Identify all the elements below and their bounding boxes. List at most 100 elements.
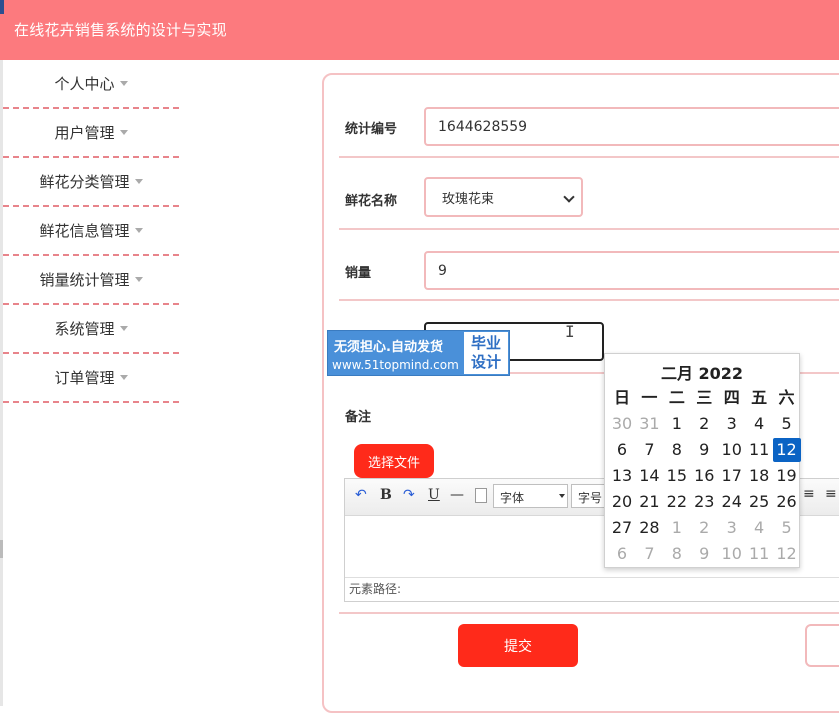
flower-name-value: 玫瑰花束 [442,191,495,207]
calendar-day[interactable]: 9 [690,542,718,566]
calendar-day[interactable]: 5 [773,412,801,436]
sidebar-item-user-management[interactable]: 用户管理 [3,109,179,158]
sidebar-item-label: 用户管理 [54,124,115,142]
sales-label: 销量 [345,266,372,281]
calendar-day[interactable]: 31 [635,412,663,436]
calendar-day[interactable]: 28 [635,516,663,540]
sidebar-item-label: 鲜花分类管理 [39,173,130,191]
calendar-day[interactable]: 11 [745,438,773,462]
calendar-day[interactable]: 15 [663,464,691,488]
sidebar-item-flower-category[interactable]: 鲜花分类管理 [3,158,179,207]
calendar-day[interactable]: 16 [690,464,718,488]
calendar-day[interactable]: 6 [608,542,636,566]
submit-button[interactable]: 提交 [458,624,578,667]
watermark-box-line1: 毕业 [470,334,501,352]
calendar-day[interactable]: 21 [635,490,663,514]
calendar-day[interactable]: 14 [635,464,663,488]
sidebar-item-flower-info[interactable]: 鲜花信息管理 [3,207,179,256]
calendar-day[interactable]: 7 [635,542,663,566]
calendar-day[interactable]: 8 [663,438,691,462]
choose-file-button[interactable]: 选择文件 [354,444,434,478]
calendar-day[interactable]: 22 [663,490,691,514]
calendar-day[interactable]: 1 [663,516,691,540]
page-icon[interactable] [475,488,487,503]
chevron-down-icon [563,191,575,203]
font-size-value: 字号 [578,491,603,505]
sidebar-item-label: 订单管理 [54,369,115,387]
calendar-week-row: 20 21 22 23 24 25 26 [608,490,800,516]
calendar-day[interactable]: 6 [608,438,636,462]
calendar-day[interactable]: 27 [608,516,636,540]
calendar-day[interactable]: 4 [745,516,773,540]
row-divider [339,156,839,158]
sidebar-item-label: 鲜花信息管理 [39,222,130,240]
remark-label: 备注 [345,410,372,425]
calendar-day[interactable]: 20 [608,490,636,514]
sales-input[interactable]: 9 [424,251,839,290]
calendar-day[interactable]: 3 [718,516,746,540]
font-family-select[interactable]: 字体 [493,484,568,508]
calendar-day[interactable]: 7 [635,438,663,462]
redo-icon[interactable]: ↷ [403,487,415,503]
justify-icon[interactable]: ≡ [825,486,837,502]
row-divider [339,612,839,614]
horizontal-rule-icon[interactable]: — [450,487,464,503]
calendar-day[interactable]: 1 [663,412,691,436]
watermark-line1: 无须担心.自动发货 [334,340,443,355]
sidebar-item-order-management[interactable]: 订单管理 [3,354,179,403]
flower-name-select[interactable]: 玫瑰花束 [424,177,583,217]
calendar-day[interactable]: 17 [718,464,746,488]
calendar-day[interactable]: 30 [608,412,636,436]
sales-value: 9 [438,262,447,279]
calendar-weekday-row: 日一二三四五六 [608,386,800,412]
calendar-day[interactable]: 2 [690,516,718,540]
sidebar-item-label: 个人中心 [54,75,115,93]
left-scroll-thumb[interactable] [0,540,3,558]
calendar-day[interactable]: 3 [718,412,746,436]
calendar-day[interactable]: 13 [608,464,636,488]
app-header: 在线花卉销售系统的设计与实现 [0,0,839,60]
calendar-day[interactable]: 4 [745,412,773,436]
caret-down-icon [119,375,128,380]
calendar-week-row: 6 7 8 9 10 11 12 [608,438,801,464]
watermark-banner: 无须担心.自动发货 www.51topmind.com 毕业 设计 [327,330,510,376]
calendar-weekday: 六 [778,388,795,407]
calendar-weekday: 五 [751,388,768,407]
calendar-day[interactable]: 25 [745,490,773,514]
sidebar-item-system-management[interactable]: 系统管理 [3,305,179,354]
secondary-button[interactable] [805,624,839,667]
stat-no-value: 1644628559 [438,118,528,135]
sidebar-item-sales-stats[interactable]: 销量统计管理 [3,256,179,305]
calendar-day[interactable]: 10 [718,438,746,462]
calendar-day[interactable]: 24 [718,490,746,514]
calendar-day-selected[interactable]: 12 [772,438,801,462]
align-right-icon[interactable]: ≡ [803,486,815,502]
bold-icon[interactable]: B [380,487,392,503]
calendar-day[interactable]: 10 [718,542,746,566]
caret-down-icon [119,326,128,331]
underline-icon[interactable]: U [428,487,440,503]
sidebar: 个人中心 用户管理 鲜花分类管理 鲜花信息管理 销量统计管理 系统管理 订单管理 [3,60,179,403]
calendar-day[interactable]: 11 [745,542,773,566]
watermark-line2: www.51topmind.com [332,358,459,372]
stat-no-input[interactable]: 1644628559 [424,107,839,146]
calendar-week-row: 27 28 1 2 3 4 5 [608,516,800,542]
sidebar-item-personal-center[interactable]: 个人中心 [3,60,179,109]
calendar-day[interactable]: 23 [690,490,718,514]
caret-down-icon [119,81,128,86]
undo-icon[interactable]: ↶ [355,487,367,503]
calendar-week-row: 30 31 1 2 3 4 5 [608,412,800,438]
calendar-day[interactable]: 19 [773,464,801,488]
caret-down-icon [134,277,143,282]
calendar-day[interactable]: 12 [773,542,801,566]
caret-down-icon [134,228,143,233]
calendar-day[interactable]: 26 [773,490,801,514]
calendar-day[interactable]: 9 [690,438,718,462]
calendar-day[interactable]: 5 [773,516,801,540]
calendar-day[interactable]: 18 [745,464,773,488]
calendar-day[interactable]: 8 [663,542,691,566]
window-edge-marker [0,0,4,14]
sidebar-item-label: 销量统计管理 [39,271,130,289]
calendar-day[interactable]: 2 [690,412,718,436]
calendar-weekday: 日 [614,388,631,407]
